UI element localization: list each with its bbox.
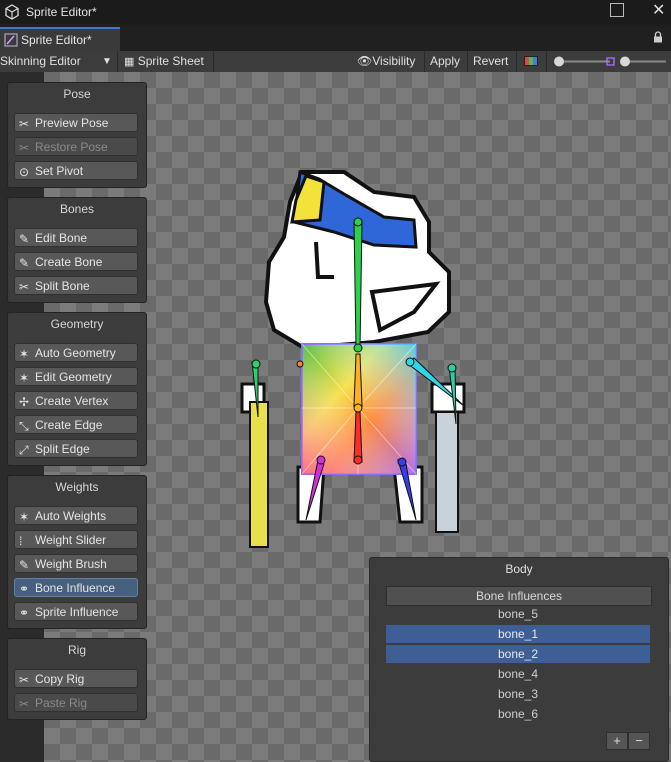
auto-weights-icon: ✶ [19, 510, 30, 524]
sprite-sheet-button[interactable]: ▦ Sprite Sheet [124, 53, 204, 70]
close-icon[interactable]: ✕ [652, 0, 665, 20]
auto-weights-button[interactable]: ✶ Auto Weights [14, 506, 138, 525]
weights-panel: Weights ✶ Auto Weights ⁞ Weight Slider ✎ We… [7, 475, 147, 629]
window-title: Sprite Editor* [26, 5, 97, 19]
set-pivot-button[interactable]: ⊙ Set Pivot [14, 161, 138, 180]
create-edge-icon: ⤡ [19, 419, 29, 433]
color-channels-icon[interactable] [524, 56, 538, 66]
window-titlebar: Sprite Editor* ✕ [0, 0, 671, 24]
create-vertex-button[interactable]: ✢ Create Vertex [14, 391, 138, 410]
sprite-influence-button[interactable]: ⚭ Sprite Influence [14, 602, 138, 621]
create-edge-button[interactable]: ⤡ Create Edge [14, 415, 138, 434]
bone-head [353, 221, 363, 349]
geometry-panel: Geometry ✶ Auto Geometry ✶ Edit Geometry ✢… [7, 312, 147, 466]
list-item-bone-3[interactable]: bone_3 [386, 685, 650, 703]
body-panel: Body Bone Influences bone_5 bone_1 bone_… [369, 557, 669, 762]
maximize-button[interactable] [610, 3, 624, 17]
bone-influence-button[interactable]: ⚭ Bone Influence [14, 578, 138, 597]
bones-panel-title: Bones [59, 202, 95, 216]
split-edge-icon: ⤢ [19, 443, 29, 457]
sprite-influence-icon: ⚭ [19, 606, 30, 620]
split-bone-icon: ✂ [19, 280, 30, 294]
list-item-bone-4[interactable]: bone_4 [386, 665, 650, 683]
rig-panel-title: Rig [67, 643, 86, 657]
weight-slider-icon: ⁞ [19, 534, 23, 548]
split-edge-button[interactable]: ⤢ Split Edge [14, 439, 138, 458]
bone-hip [353, 411, 363, 463]
revert-button[interactable]: Revert [473, 53, 508, 70]
weight-slider-button[interactable]: ⁞ Weight Slider [14, 530, 138, 549]
auto-geometry-icon: ✶ [19, 347, 30, 361]
visibility-label: Visibility [372, 54, 416, 68]
bone-influences-header: Bone Influences [386, 586, 652, 606]
right-arm [430, 382, 466, 414]
tab-label: Sprite Editor* [21, 33, 92, 47]
tab-sprite-editor[interactable]: Sprite Editor* [0, 27, 120, 51]
apply-button[interactable]: Apply [430, 53, 460, 70]
tab-bar: Sprite Editor* [0, 26, 671, 51]
eye-icon: 👁 [357, 54, 373, 68]
list-item-bone-6[interactable]: bone_6 [386, 705, 650, 723]
pose-panel-title: Pose [63, 87, 91, 101]
add-bone-button[interactable]: + [606, 732, 628, 750]
create-bone-button[interactable]: ✎ Create Bone [14, 252, 138, 271]
editor-toolbar: Skinning Editor ▼ ▦ Sprite Sheet 👁Visibi… [0, 51, 671, 73]
edit-geometry-icon: ✶ [19, 371, 30, 385]
unity-cube-icon [5, 4, 19, 20]
body-panel-title: Body [505, 562, 533, 576]
restore-pose-icon: ✂ [19, 141, 30, 155]
sprite-sheet-icon: ▦ [124, 56, 135, 68]
sprite-editor-icon [4, 33, 18, 47]
list-item-bone-5[interactable]: bone_5 [386, 605, 650, 623]
list-item-bone-2[interactable]: bone_2 [386, 645, 650, 663]
rig-panel: Rig ✂ Copy Rig ✂ Paste Rig [7, 638, 147, 720]
preview-pose-button[interactable]: ✂ Preview Pose [14, 113, 138, 132]
remove-bone-button[interactable]: − [628, 732, 650, 750]
restore-pose-button[interactable]: ✂ Restore Pose [14, 137, 138, 156]
pose-panel: Pose ✂ Preview Pose ✂ Restore Pose ⊙ Set Pi… [7, 82, 147, 188]
edit-geometry-button[interactable]: ✶ Edit Geometry [14, 367, 138, 386]
list-item-bone-1[interactable]: bone_1 [386, 625, 650, 643]
paste-rig-button[interactable]: ✂ Paste Rig [14, 693, 138, 712]
copy-rig-button[interactable]: ✂ Copy Rig [14, 669, 138, 688]
create-bone-icon: ✎ [19, 256, 30, 270]
geometry-panel-title: Geometry [50, 317, 104, 331]
bones-panel: Bones ✎ Edit Bone ✎ Create Bone ✂ Split Bon… [7, 197, 147, 303]
sprite-sheet-label: Sprite Sheet [137, 54, 204, 68]
create-vertex-icon: ✢ [19, 395, 30, 409]
bone-spine [353, 353, 363, 407]
edit-bone-button[interactable]: ✎ Edit Bone [14, 228, 138, 247]
bone-influence-icon: ⚭ [19, 582, 30, 596]
weights-panel-title: Weights [55, 480, 99, 494]
lock-icon[interactable] [652, 31, 664, 43]
visibility-button[interactable]: 👁Visibility [357, 53, 415, 70]
edit-bone-icon: ✎ [19, 232, 30, 246]
copy-rig-icon: ✂ [19, 673, 30, 687]
auto-geometry-button[interactable]: ✶ Auto Geometry [14, 343, 138, 362]
pivot-icon: ⊙ [19, 165, 30, 179]
chevron-down-icon: ▼ [102, 56, 112, 67]
paste-rig-icon: ✂ [19, 697, 30, 711]
preview-pose-icon: ✂ [19, 117, 30, 131]
opacity-sliders[interactable] [552, 54, 668, 69]
weight-brush-button[interactable]: ✎ Weight Brush [14, 554, 138, 573]
weight-brush-icon: ✎ [19, 558, 30, 572]
mode-dropdown[interactable]: Skinning Editor ▼ [0, 53, 115, 70]
mode-label: Skinning Editor [0, 54, 81, 68]
split-bone-button[interactable]: ✂ Split Bone [14, 276, 138, 295]
